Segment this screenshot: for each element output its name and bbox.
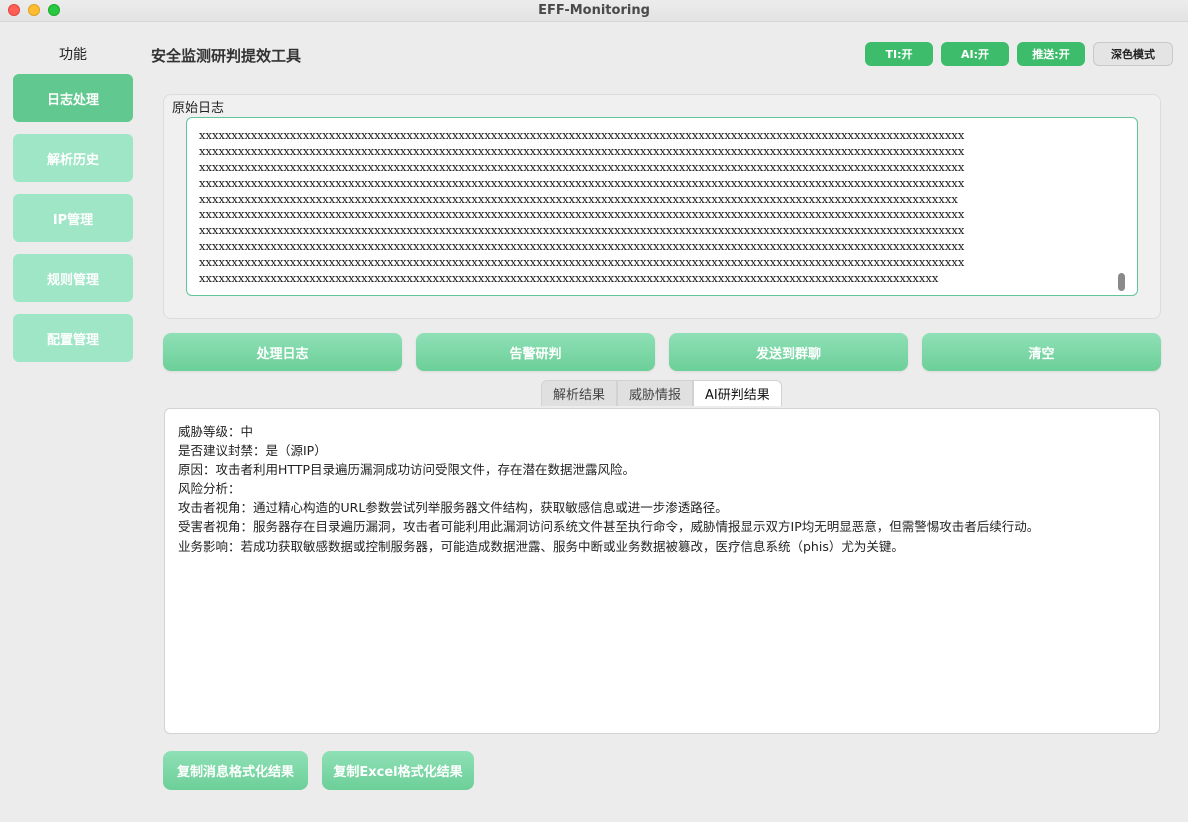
zoom-window-button[interactable] — [48, 4, 60, 16]
copy-message-format-button[interactable]: 复制消息格式化结果 — [163, 751, 308, 790]
log-line: xxxxxxxxxxxxxxxxxxxxxxxxxxxxxxxxxxxxxxxx… — [199, 223, 965, 238]
sidebar-item-rule-management[interactable]: 规则管理 — [13, 254, 133, 302]
page-title: 安全监测研判提效工具 — [151, 47, 302, 65]
tab-ai-result[interactable]: AI研判结果 — [693, 380, 782, 406]
result-line: 攻击者视角：通过精心构造的URL参数尝试列举服务器文件结构，获取敏感信息或进一步… — [178, 500, 728, 516]
result-line: 原因：攻击者利用HTTP目录遍历漏洞成功访问受限文件，存在潜在数据泄露风险。 — [178, 462, 635, 478]
raw-log-scrollbar-thumb[interactable] — [1118, 273, 1125, 291]
log-line: xxxxxxxxxxxxxxxxxxxxxxxxxxxxxxxxxxxxxxxx… — [199, 128, 965, 142]
raw-log-input[interactable]: xxxxxxxxxxxxxxxxxxxxxxxxxxxxxxxxxxxxxxxx… — [186, 117, 1138, 296]
log-line: xxxxxxxxxxxxxxxxxxxxxxxxxxxxxxxxxxxxxxxx… — [199, 207, 965, 222]
clear-button[interactable]: 清空 — [922, 333, 1161, 371]
log-line: xxxxxxxxxxxxxxxxxxxxxxxxxxxxxxxxxxxxxxxx… — [199, 239, 965, 254]
raw-log-label: 原始日志 — [171, 97, 226, 116]
result-line: 风险分析： — [178, 481, 241, 497]
tab-parse-result[interactable]: 解析结果 — [541, 380, 618, 406]
log-line: xxxxxxxxxxxxxxxxxxxxxxxxxxxxxxxxxxxxxxxx… — [199, 255, 965, 270]
raw-log-text: xxxxxxxxxxxxxxxxxxxxxxxxxxxxxxxxxxxxxxxx… — [199, 127, 1111, 286]
sidebar-item-parse-history[interactable]: 解析历史 — [13, 134, 133, 182]
push-toggle-button[interactable]: 推送:开 — [1017, 42, 1085, 66]
dark-mode-button[interactable]: 深色模式 — [1093, 42, 1173, 66]
log-line: xxxxxxxxxxxxxxxxxxxxxxxxxxxxxxxxxxxxxxxx… — [199, 175, 965, 190]
alert-judge-button[interactable]: 告警研判 — [416, 333, 655, 371]
ai-result-panel[interactable]: 威胁等级：中 是否建议封禁：是（源IP） 原因：攻击者利用HTTP目录遍历漏洞成… — [164, 408, 1160, 734]
log-line: xxxxxxxxxxxxxxxxxxxxxxxxxxxxxxxxxxxxxxxx… — [199, 159, 965, 174]
log-line: xxxxxxxxxxxxxxxxxxxxxxxxxxxxxxxxxxxxxxxx… — [199, 191, 958, 206]
sidebar-title: 功能 — [59, 47, 87, 63]
sidebar-item-config-management[interactable]: 配置管理 — [13, 314, 133, 362]
ti-toggle-button[interactable]: TI:开 — [865, 42, 933, 66]
sidebar-item-log-processing[interactable]: 日志处理 — [13, 74, 133, 122]
raw-log-scrollbar-track[interactable] — [1115, 126, 1137, 291]
window-title: EFF-Monitoring — [538, 3, 650, 18]
tab-threat-intel[interactable]: 威胁情报 — [617, 380, 694, 406]
result-line: 是否建议封禁：是（源IP） — [178, 443, 327, 459]
result-line: 受害者视角：服务器存在目录遍历漏洞，攻击者可能利用此漏洞访问系统文件甚至执行命令… — [178, 519, 1040, 535]
window-controls — [8, 4, 60, 16]
sidebar-item-ip-management[interactable]: IP管理 — [13, 194, 133, 242]
send-to-group-button[interactable]: 发送到群聊 — [669, 333, 908, 371]
copy-excel-format-button[interactable]: 复制Excel格式化结果 — [322, 751, 474, 790]
result-line: 业务影响：若成功获取敏感数据或控制服务器，可能造成数据泄露、服务中断或业务数据被… — [178, 538, 904, 554]
log-line: xxxxxxxxxxxxxxxxxxxxxxxxxxxxxxxxxxxxxxxx… — [199, 143, 965, 158]
log-line: xxxxxxxxxxxxxxxxxxxxxxxxxxxxxxxxxxxxxxxx… — [199, 271, 939, 286]
ai-result-text: 威胁等级：中 是否建议封禁：是（源IP） 原因：攻击者利用HTTP目录遍历漏洞成… — [178, 422, 1148, 556]
ai-toggle-button[interactable]: AI:开 — [941, 42, 1009, 66]
close-window-button[interactable] — [8, 4, 20, 16]
title-bar: EFF-Monitoring — [0, 0, 1188, 22]
result-tabs: 解析结果 威胁情报 AI研判结果 — [541, 380, 782, 406]
minimize-window-button[interactable] — [28, 4, 40, 16]
result-line: 威胁等级：中 — [178, 424, 254, 439]
process-log-button[interactable]: 处理日志 — [163, 333, 402, 371]
